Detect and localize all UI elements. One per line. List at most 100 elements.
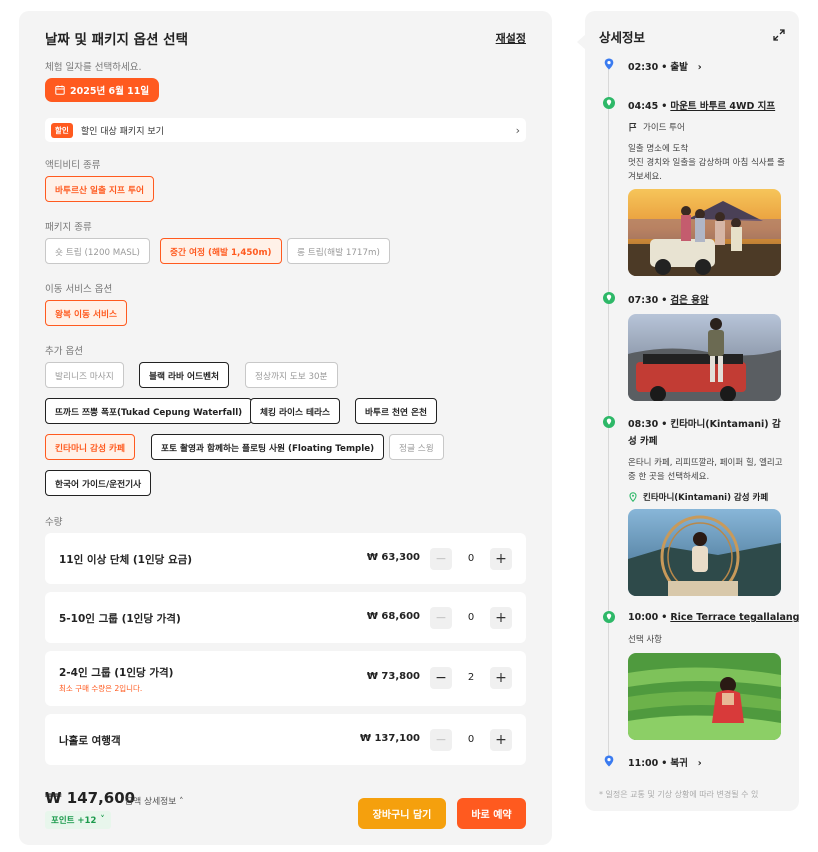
row-name: 5-10인 그룹 (1인당 가격) <box>59 613 181 625</box>
total-price: ₩ 147,600 <box>45 789 136 807</box>
minus-button[interactable]: − <box>430 607 452 629</box>
price-detail-label: 금액 상세정보 <box>125 797 177 807</box>
row-count: 0 <box>467 612 475 623</box>
date-label: 2025년 6월 11일 <box>70 86 150 97</box>
minus-button[interactable]: − <box>430 667 452 689</box>
stop-time: 11:00 <box>628 758 659 769</box>
location-pin-icon <box>629 492 637 502</box>
calendar-icon <box>55 85 65 95</box>
package-option-short[interactable]: 숏 트립 (1200 MASL) <box>45 238 150 264</box>
quantity-row: 나홀로 여행객 ₩ 137,100 − 0 + <box>45 714 526 765</box>
plus-button[interactable]: + <box>490 548 512 570</box>
location-pin-icon <box>603 416 615 428</box>
extra-option-massage[interactable]: 발리니즈 마사지 <box>45 362 124 388</box>
transport-label: 이동 서비스 옵션 <box>45 284 113 295</box>
discount-banner[interactable]: 할인 할인 대상 패키지 보기 › <box>45 118 526 142</box>
location-pin-icon <box>603 97 615 109</box>
min-purchase-note: 최소 구매 수량은 2입니다. <box>59 684 143 693</box>
book-now-button[interactable]: 바로 예약 <box>457 798 526 829</box>
row-name: 2-4인 그룹 (1인당 가격) <box>59 667 174 679</box>
location-pin-icon <box>604 755 614 767</box>
sub-place: 킨타마니(Kintamani) 감성 카페 <box>628 491 768 503</box>
extra-option-hot-spring[interactable]: 바투르 천연 온천 <box>355 398 437 424</box>
package-option-long[interactable]: 롱 트립(해발 1717m) <box>287 238 390 264</box>
row-name: 11인 이상 단체 (1인당 요금) <box>59 554 193 566</box>
row-count: 2 <box>467 672 475 683</box>
stop-rice-terrace[interactable]: 10:00 • Rice Terrace tegallalang <box>628 612 799 623</box>
minus-button[interactable]: − <box>430 548 452 570</box>
stop-description: 일출 명소에 도착 멋진 경치와 일출을 감상하며 아침 식사를 즐겨보세요. <box>628 144 785 182</box>
stop-departure[interactable]: 02:30 • 출발 › <box>628 59 702 73</box>
stop-name: 출발 <box>670 62 688 73</box>
stop-time: 07:30 <box>628 295 659 306</box>
transport-option[interactable]: 왕복 이동 서비스 <box>45 300 127 326</box>
itinerary-title: 상세정보 <box>599 30 646 45</box>
extra-option-summit-walk[interactable]: 정상까지 도보 30분 <box>245 362 338 388</box>
row-price: ₩ 63,300 <box>366 552 420 563</box>
row-price: ₩ 73,800 <box>366 671 420 682</box>
stop-name: 복귀 <box>670 758 688 769</box>
date-picker-button[interactable]: 2025년 6월 11일 <box>45 78 160 102</box>
stop-cafe[interactable]: 08:30 • 킨타마니(Kintamani) 감성 카페 <box>628 416 788 450</box>
package-label: 패키지 종류 <box>45 222 92 233</box>
chevron-down-icon: ˅ <box>100 815 105 825</box>
extra-option-cafe[interactable]: 킨타마니 감성 카페 <box>45 434 135 460</box>
itinerary-panel: 상세정보 02:30 • 출발 › 04:45 • 마운트 바투르 4WD 지프 가이드… <box>585 11 799 811</box>
price-detail-toggle[interactable]: 금액 상세정보 ˄ <box>125 794 184 807</box>
stop-jeep[interactable]: 04:45 • 마운트 바투르 4WD 지프 <box>628 98 775 112</box>
chevron-right-icon: › <box>515 123 520 137</box>
add-to-cart-button[interactable]: 장바구니 담기 <box>358 798 446 829</box>
stop-description: 선택 사항 <box>628 635 662 645</box>
date-prompt: 체험 일자를 선택하세요. <box>45 62 142 73</box>
quantity-row: 5-10인 그룹 (1인당 가격) ₩ 68,600 − 0 + <box>45 592 526 643</box>
stop-return[interactable]: 11:00 • 복귀 › <box>628 755 702 769</box>
black-lava-photo <box>628 314 781 401</box>
option-panel: 날짜 및 패키지 옵션 선택 재설정 체험 일자를 선택하세요. 2025년 6… <box>19 11 552 845</box>
points-badge[interactable]: 포인트 +12 ˅ <box>45 811 111 829</box>
plus-button[interactable]: + <box>490 607 512 629</box>
extra-option-korean-guide[interactable]: 한국어 가이드/운전기사 <box>45 470 152 496</box>
package-option-middle[interactable]: 중간 여정 (해발 1,450m) <box>160 238 282 264</box>
stop-name: 마운트 바투르 4WD 지프 <box>670 101 776 112</box>
sub-place-name: 킨타마니(Kintamani) 감성 카페 <box>643 493 769 503</box>
row-name: 나홀로 여행객 <box>59 735 121 747</box>
reset-button[interactable]: 재설정 <box>496 30 526 46</box>
extra-option-rice-terrace[interactable]: 체킹 라이스 테라스 <box>250 398 340 424</box>
points-label: 포인트 +12 <box>51 816 97 826</box>
plus-button[interactable]: + <box>490 667 512 689</box>
location-pin-icon <box>603 611 615 623</box>
itinerary-footnote: * 일정은 교통 및 기상 상황에 따라 변경될 수 있 <box>599 790 759 799</box>
jeep-sunrise-photo <box>628 189 781 276</box>
stop-time: 04:45 <box>628 101 659 112</box>
row-count: 0 <box>467 553 475 564</box>
timeline-line <box>608 69 609 759</box>
stop-description: 온타니 카페, 리피뜨깔라, 페이퍼 힐, 엘리고 중 한 곳을 선택하세요. <box>628 458 783 482</box>
location-pin-icon <box>604 58 614 70</box>
discount-text: 할인 대상 패키지 보기 <box>80 126 164 137</box>
stop-time: 10:00 <box>628 612 659 623</box>
location-pin-icon <box>603 292 615 304</box>
cafe-swing-photo <box>628 509 781 596</box>
chevron-right-icon: › <box>691 62 702 73</box>
minus-button[interactable]: − <box>430 729 452 751</box>
quantity-row: 2-4인 그룹 (1인당 가격) 최소 구매 수량은 2입니다. ₩ 73,80… <box>45 651 526 706</box>
chevron-right-icon: › <box>691 758 702 769</box>
plus-button[interactable]: + <box>490 729 512 751</box>
quantity-label: 수량 <box>45 517 63 528</box>
stop-time: 08:30 <box>628 419 659 430</box>
row-count: 0 <box>467 734 475 745</box>
extra-option-black-lava[interactable]: 블랙 라바 어드벤처 <box>139 362 229 388</box>
extra-option-jungle-swing[interactable]: 정글 스윙 <box>389 434 444 460</box>
extra-label: 추가 옵션 <box>45 346 83 357</box>
activity-label: 액티비티 종류 <box>45 160 101 171</box>
expand-icon[interactable] <box>773 29 785 41</box>
extra-option-floating-temple[interactable]: 포토 촬영과 함께하는 플로팅 사원 (Floating Temple) <box>151 434 385 460</box>
activity-option[interactable]: 바투르산 일출 지프 투어 <box>45 176 154 202</box>
quantity-row: 11인 이상 단체 (1인당 요금) ₩ 63,300 − 0 + <box>45 533 526 584</box>
extra-option-waterfall[interactable]: 뜨까드 쯔뿡 폭포(Tukad Cepung Waterfall) <box>45 398 253 424</box>
flag-icon <box>629 123 637 132</box>
guide-label: 가이드 투어 <box>643 123 685 133</box>
stop-name: 검은 용암 <box>670 295 709 306</box>
stop-black-lava[interactable]: 07:30 • 검은 용암 <box>628 292 709 306</box>
row-price: ₩ 68,600 <box>366 611 420 622</box>
